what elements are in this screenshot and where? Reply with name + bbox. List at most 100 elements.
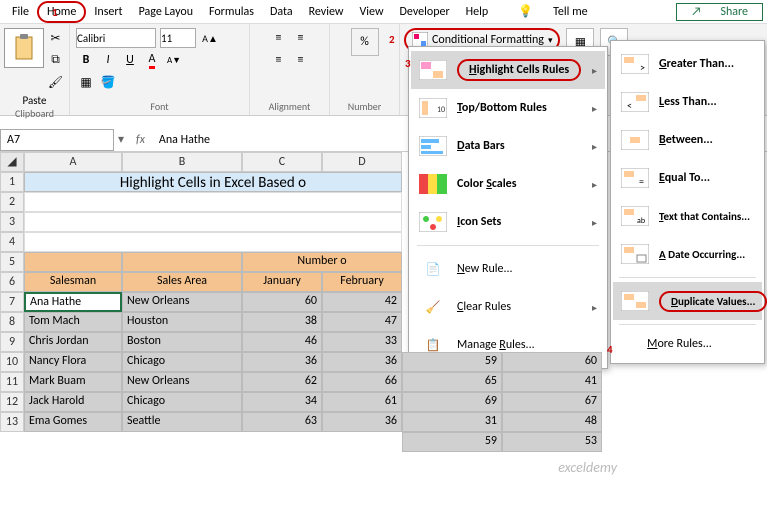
menu-highlight-cells-rules[interactable]: Highlight Cells Rules ▸	[411, 51, 605, 89]
underline-button[interactable]: U	[120, 50, 140, 70]
align-top-button[interactable]: ≡	[269, 28, 289, 48]
select-all[interactable]: ◢	[0, 152, 24, 172]
formula-value[interactable]: Ana Hathe	[153, 131, 216, 149]
cell-area[interactable]: New Orleans	[122, 292, 242, 312]
tab-review[interactable]: Review	[301, 3, 352, 21]
cell-feb[interactable]: 66	[322, 372, 402, 392]
tab-view[interactable]: View	[351, 3, 391, 21]
header-january[interactable]: January	[242, 272, 322, 292]
cell-extra[interactable]: 67	[502, 392, 602, 412]
row-header[interactable]: 8	[0, 312, 24, 332]
tab-data[interactable]: Data	[262, 3, 301, 21]
cell-feb[interactable]: 36	[322, 412, 402, 432]
name-box[interactable]	[0, 129, 114, 151]
cell-extra[interactable]: 41	[502, 372, 602, 392]
fx-icon[interactable]: fx	[128, 133, 153, 147]
menu-top-bottom-rules[interactable]: 10 Top/Bottom Rules ▸	[411, 89, 605, 127]
align-center-button[interactable]: ≡	[291, 50, 311, 70]
cell-area[interactable]: Seattle	[122, 412, 242, 432]
cell-area[interactable]: Chicago	[122, 392, 242, 412]
cell-area[interactable]: Chicago	[122, 352, 242, 372]
fill-color-button[interactable]: 🪣	[98, 72, 118, 92]
row-header[interactable]: 9	[0, 332, 24, 352]
tab-help[interactable]: Help	[458, 3, 497, 21]
col-header-a[interactable]: A	[24, 152, 122, 172]
cell-area[interactable]: Houston	[122, 312, 242, 332]
percent-button[interactable]: %	[351, 28, 379, 56]
cell-jan[interactable]: 63	[242, 412, 322, 432]
row-header[interactable]: 5	[0, 252, 24, 272]
cell-feb[interactable]: 61	[322, 392, 402, 412]
cell-salesman[interactable]: Ema Gomes	[24, 412, 122, 432]
cell-extra[interactable]: 69	[402, 392, 502, 412]
cell-area[interactable]: New Orleans	[122, 372, 242, 392]
header-sales-area[interactable]: Sales Area	[122, 272, 242, 292]
cell-feb[interactable]: 33	[322, 332, 402, 352]
row-header[interactable]: 11	[0, 372, 24, 392]
cell-extra[interactable]: 48	[502, 412, 602, 432]
row-header[interactable]: 10	[0, 352, 24, 372]
cell-salesman[interactable]: Ana Hathe	[24, 292, 122, 312]
cell-extra[interactable]: 59	[402, 352, 502, 372]
cell-salesman[interactable]: Jack Harold	[24, 392, 122, 412]
borders-button[interactable]: ▦	[76, 72, 96, 92]
row-header[interactable]: 12	[0, 392, 24, 412]
font-name-select[interactable]	[76, 28, 156, 48]
cell-extra[interactable]: 59	[402, 432, 502, 452]
cell-jan[interactable]: 46	[242, 332, 322, 352]
menu-greater-than[interactable]: > Greater Than...	[613, 45, 762, 83]
header-cell[interactable]	[122, 252, 242, 272]
decrease-font-button[interactable]: A▼	[164, 50, 184, 70]
cell-area[interactable]: Boston	[122, 332, 242, 352]
menu-less-than[interactable]: < Less Than...	[613, 83, 762, 121]
tab-formulas[interactable]: Formulas	[201, 3, 262, 21]
italic-button[interactable]: I	[98, 50, 118, 70]
tab-page-layout[interactable]: Page Layou	[131, 3, 201, 21]
cell-jan[interactable]: 62	[242, 372, 322, 392]
font-size-select[interactable]	[160, 28, 196, 48]
cell-jan[interactable]: 36	[242, 352, 322, 372]
share-button[interactable]: ↗ Share	[676, 3, 763, 21]
cell-extra[interactable]: 53	[502, 432, 602, 452]
cell-extra[interactable]: 31	[402, 412, 502, 432]
row-header[interactable]: 1	[0, 172, 24, 192]
cell-feb[interactable]: 36	[322, 352, 402, 372]
cell-salesman[interactable]: Chris Jordan	[24, 332, 122, 352]
row-header[interactable]: 6	[0, 272, 24, 292]
header-february[interactable]: February	[322, 272, 402, 292]
cut-button[interactable]: ✂	[46, 28, 66, 48]
row-header[interactable]: 3	[0, 212, 24, 232]
tab-developer[interactable]: Developer	[392, 3, 458, 21]
cell-jan[interactable]: 38	[242, 312, 322, 332]
align-middle-button[interactable]: ≡	[291, 28, 311, 48]
cell-salesman[interactable]: Tom Mach	[24, 312, 122, 332]
row-header[interactable]: 13	[0, 412, 24, 432]
header-salesman[interactable]: Salesman	[24, 272, 122, 292]
col-header-c[interactable]: C	[242, 152, 322, 172]
bold-button[interactable]: B	[76, 50, 96, 70]
row-header[interactable]: 4	[0, 232, 24, 252]
tab-insert[interactable]: Insert	[86, 3, 130, 21]
align-left-button[interactable]: ≡	[269, 50, 289, 70]
empty-cell[interactable]	[24, 192, 402, 212]
cell-jan[interactable]: 60	[242, 292, 322, 312]
tab-file[interactable]: File	[4, 3, 37, 21]
cell-extra[interactable]: 60	[502, 352, 602, 372]
name-box-chevron-icon[interactable]: ▾	[114, 132, 128, 147]
row-header[interactable]: 7	[0, 292, 24, 312]
paste-button[interactable]	[4, 28, 44, 68]
col-header-b[interactable]: B	[122, 152, 242, 172]
col-header-d[interactable]: D	[322, 152, 402, 172]
header-number[interactable]: Number o	[242, 252, 402, 272]
cell-feb[interactable]: 47	[322, 312, 402, 332]
cell-salesman[interactable]: Nancy Flora	[24, 352, 122, 372]
row-header[interactable]: 2	[0, 192, 24, 212]
cell-extra[interactable]: 65	[402, 372, 502, 392]
format-painter-button[interactable]: 🖌	[46, 72, 66, 92]
title-cell[interactable]: Highlight Cells in Excel Based o	[24, 172, 402, 192]
header-cell[interactable]	[24, 252, 122, 272]
cell-salesman[interactable]: Mark Buam	[24, 372, 122, 392]
font-color-button[interactable]: A	[142, 50, 162, 70]
increase-font-button[interactable]: A▲	[200, 28, 220, 48]
cell-feb[interactable]: 42	[322, 292, 402, 312]
